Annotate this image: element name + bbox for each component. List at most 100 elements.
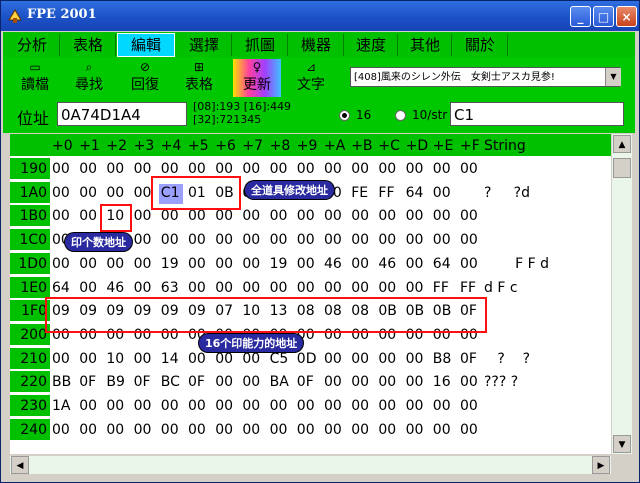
hex-cell[interactable]: B8 <box>433 348 452 371</box>
hex-cell[interactable]: 00 <box>106 182 124 205</box>
chevron-down-icon[interactable]: ▼ <box>605 68 621 86</box>
hex-cell[interactable]: 00 <box>52 348 70 371</box>
hex-cell[interactable]: 00 <box>270 395 288 418</box>
hex-cell[interactable]: 00 <box>134 229 152 252</box>
hex-cell[interactable]: 00 <box>161 395 179 418</box>
tab-speed[interactable]: 速度 <box>345 34 398 56</box>
hex-cell[interactable]: 00 <box>460 395 478 418</box>
hex-cell[interactable]: 00 <box>134 182 152 205</box>
hex-cell[interactable]: 00 <box>406 253 424 276</box>
address-input[interactable]: 0A74D1A4 <box>57 102 187 126</box>
hex-cell[interactable]: 16 <box>433 371 451 394</box>
hex-cell[interactable]: 00 <box>378 371 396 394</box>
hex-cell[interactable]: 46 <box>378 253 396 276</box>
hex-cell[interactable]: 1A <box>52 395 70 418</box>
table-button[interactable]: ⊞ 表格 <box>175 59 223 97</box>
hex-cell[interactable]: 00 <box>134 205 152 228</box>
hex-cell[interactable]: 00 <box>324 348 342 371</box>
hex-cell[interactable]: 00 <box>134 158 152 181</box>
tab-other[interactable]: 其他 <box>399 34 452 56</box>
hex-cell[interactable]: 00 <box>106 253 124 276</box>
minimize-button[interactable]: _ <box>570 6 591 27</box>
hex-cell[interactable]: 00 <box>297 419 315 442</box>
hex-cell[interactable]: 00 <box>324 205 342 228</box>
hex-cell[interactable]: 00 <box>242 229 260 252</box>
vertical-scrollbar[interactable]: ▲ ▼ <box>612 134 632 454</box>
hex-cell[interactable]: 00 <box>378 205 396 228</box>
hex-cell[interactable]: 00 <box>378 158 396 181</box>
hex-cell[interactable]: 00 <box>242 419 260 442</box>
title-bar[interactable]: FPE 2001 _ □ × <box>1 1 639 31</box>
hex-cell[interactable]: 00 <box>433 395 451 418</box>
hex-cell[interactable]: 00 <box>351 348 369 371</box>
hex-cell[interactable]: 00 <box>406 229 424 252</box>
hex-cell[interactable]: 00 <box>433 158 451 181</box>
hex-cell[interactable]: 00 <box>188 395 206 418</box>
scroll-thumb[interactable] <box>613 158 631 178</box>
hex-cell[interactable]: 00 <box>406 419 424 442</box>
hex-cell[interactable]: 00 <box>433 229 451 252</box>
radio-10str-dot[interactable] <box>395 110 406 121</box>
scroll-left-icon[interactable]: ◀ <box>11 456 29 474</box>
maximize-button[interactable]: □ <box>593 6 614 27</box>
hex-cell[interactable]: 00 <box>270 158 288 181</box>
hex-cell[interactable]: 00 <box>378 229 396 252</box>
hex-cell[interactable]: B9 <box>106 371 125 394</box>
hex-cell[interactable]: 0F <box>134 371 151 394</box>
tab-machine[interactable]: 機器 <box>289 34 344 56</box>
radio-16[interactable]: 16 <box>339 109 371 121</box>
hex-cell[interactable]: 00 <box>406 348 424 371</box>
game-select[interactable]: [408]風来のシレン外伝 女剣士アスカ見参! <box>350 67 620 87</box>
hex-cell[interactable]: 00 <box>297 253 315 276</box>
hex-cell[interactable]: 64 <box>406 182 424 205</box>
hex-cell[interactable]: 46 <box>324 253 342 276</box>
hex-cell[interactable]: 00 <box>406 371 424 394</box>
hex-cell[interactable]: 00 <box>161 229 179 252</box>
hex-cell[interactable]: 00 <box>460 229 478 252</box>
hex-cell[interactable]: 19 <box>161 253 179 276</box>
hex-cell[interactable]: BA <box>270 371 289 394</box>
hex-cell[interactable]: 00 <box>378 419 396 442</box>
hex-cell[interactable]: 0D <box>297 348 317 371</box>
hex-cell[interactable]: 00 <box>134 395 152 418</box>
tab-about[interactable]: 關於 <box>453 34 508 56</box>
hex-cell[interactable]: 00 <box>215 371 233 394</box>
hex-cell[interactable]: 00 <box>297 395 315 418</box>
tab-select[interactable]: 選擇 <box>177 34 232 56</box>
refresh-button[interactable]: ♀ 更新 <box>233 59 281 97</box>
hex-cell[interactable]: 00 <box>188 253 206 276</box>
hex-cell[interactable]: 00 <box>79 182 97 205</box>
hex-cell[interactable]: 00 <box>270 419 288 442</box>
hex-cell[interactable]: BC <box>161 371 180 394</box>
close-button[interactable]: × <box>616 6 637 27</box>
hex-cell[interactable]: 00 <box>460 253 478 276</box>
hex-cell[interactable]: 00 <box>52 253 70 276</box>
hex-cell[interactable]: 00 <box>351 419 369 442</box>
hex-cell[interactable]: 00 <box>106 419 124 442</box>
hex-cell[interactable]: 00 <box>242 253 260 276</box>
hex-cell[interactable]: 0F <box>460 348 477 371</box>
hex-cell[interactable]: 00 <box>460 158 478 181</box>
hex-cell[interactable]: 00 <box>134 253 152 276</box>
hex-cell[interactable]: 00 <box>242 371 260 394</box>
hex-cell[interactable]: 00 <box>351 229 369 252</box>
hex-cell[interactable]: 19 <box>270 253 288 276</box>
hex-cell[interactable]: 00 <box>79 419 97 442</box>
hex-cell[interactable]: 00 <box>106 395 124 418</box>
hex-cell[interactable]: 00 <box>378 348 396 371</box>
hex-cell[interactable]: 00 <box>215 419 233 442</box>
hex-cell[interactable]: 00 <box>270 229 288 252</box>
hex-cell[interactable]: 0F <box>297 371 314 394</box>
hex-cell[interactable]: 00 <box>324 229 342 252</box>
hex-cell[interactable]: BB <box>52 371 71 394</box>
hex-cell[interactable]: 00 <box>52 419 70 442</box>
radio-10str[interactable]: 10/str <box>395 109 447 121</box>
hex-cell[interactable]: 00 <box>324 158 342 181</box>
hex-cell[interactable]: 00 <box>215 253 233 276</box>
hex-cell[interactable]: 00 <box>242 205 260 228</box>
horizontal-scrollbar[interactable]: ◀ ▶ <box>10 456 611 474</box>
hex-cell[interactable]: 0F <box>79 371 96 394</box>
hex-cell[interactable]: 00 <box>351 205 369 228</box>
hex-cell[interactable]: 00 <box>79 395 97 418</box>
hex-cell[interactable]: 00 <box>52 182 70 205</box>
